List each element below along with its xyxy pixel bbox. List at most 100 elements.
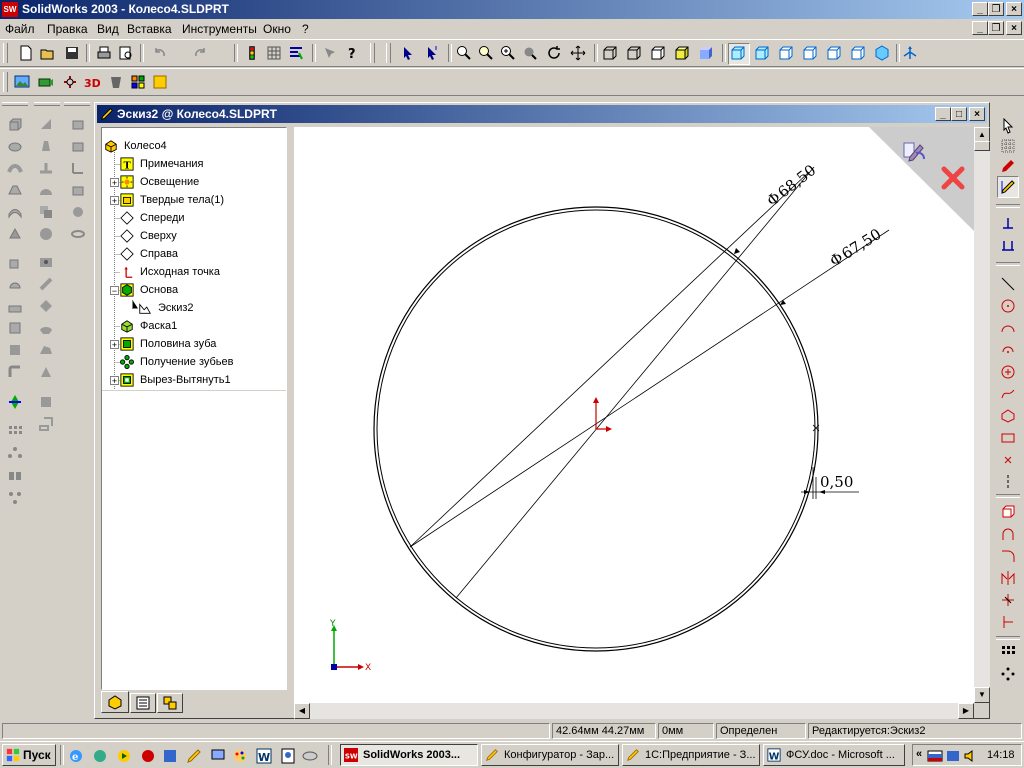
start-button[interactable]: Пуск bbox=[2, 744, 56, 766]
convert-entities-icon[interactable] bbox=[1000, 504, 1016, 520]
network-icon[interactable] bbox=[210, 748, 226, 764]
outlook-express-icon[interactable] bbox=[92, 748, 108, 764]
menu-help[interactable]: ? bbox=[302, 22, 309, 36]
pan-icon[interactable] bbox=[570, 45, 586, 61]
circular-pattern-icon[interactable] bbox=[7, 446, 23, 462]
open-icon[interactable] bbox=[40, 45, 56, 61]
expand-toggle[interactable]: + bbox=[110, 340, 119, 350]
coordinate-system-icon[interactable] bbox=[70, 160, 86, 176]
tray-chevron[interactable]: « bbox=[916, 748, 922, 760]
graphics-area[interactable]: Φ 68,50 Φ 67,50 0,50 Y X bbox=[294, 127, 974, 703]
help-cursor-icon[interactable] bbox=[322, 45, 338, 61]
scroll-right-button[interactable]: ▶ bbox=[958, 703, 974, 719]
smart-dimension-icon[interactable] bbox=[1000, 216, 1016, 232]
menu-file[interactable]: Файл bbox=[5, 22, 35, 36]
scroll-down-button[interactable]: ▼ bbox=[974, 687, 990, 703]
toolbox-icon[interactable] bbox=[108, 74, 124, 90]
back-view-icon[interactable] bbox=[778, 45, 794, 61]
dome-icon[interactable] bbox=[38, 182, 54, 198]
extrude-boss-icon[interactable] bbox=[7, 116, 23, 132]
dim-0-50[interactable]: 0,50 bbox=[801, 467, 859, 499]
sketch-tool-icon[interactable] bbox=[1000, 158, 1016, 174]
language-icon[interactable] bbox=[927, 748, 943, 764]
doc-window-close-button[interactable]: × bbox=[969, 107, 985, 121]
combine-icon[interactable] bbox=[38, 204, 54, 220]
mate-reference-icon[interactable] bbox=[70, 204, 86, 220]
mirror-icon[interactable] bbox=[7, 468, 23, 484]
shaded-icon[interactable] bbox=[698, 45, 714, 61]
word-icon[interactable]: W bbox=[256, 748, 272, 764]
line-icon[interactable] bbox=[1000, 276, 1016, 292]
loft-icon[interactable] bbox=[7, 182, 23, 198]
front-view-icon[interactable] bbox=[754, 45, 770, 61]
diameter-dim-line-inner[interactable] bbox=[409, 229, 890, 548]
sweep-cut-icon[interactable] bbox=[7, 298, 23, 314]
centerline-icon[interactable] bbox=[1000, 474, 1016, 490]
draft-icon[interactable] bbox=[38, 138, 54, 154]
isometric-view-icon[interactable] bbox=[874, 45, 890, 61]
doc-minimize-button[interactable]: _ bbox=[972, 21, 988, 35]
collapse-toggle[interactable]: − bbox=[110, 286, 119, 296]
move-face-icon[interactable] bbox=[7, 394, 23, 410]
minimize-button[interactable]: _ bbox=[972, 2, 988, 16]
horizontal-scrollbar[interactable]: ◀ ▶ bbox=[294, 703, 974, 719]
feature-palette-icon[interactable] bbox=[130, 74, 146, 90]
point-circle-icon[interactable] bbox=[1000, 364, 1016, 380]
scale-icon[interactable] bbox=[38, 416, 54, 432]
centerpoint-arc-icon[interactable] bbox=[1000, 342, 1016, 358]
zoom-area-icon[interactable] bbox=[478, 45, 494, 61]
left-view-icon[interactable] bbox=[802, 45, 818, 61]
rebuild-icon[interactable] bbox=[244, 45, 260, 61]
dim-67-50[interactable]: Φ 67,50 bbox=[827, 225, 885, 270]
print-preview-icon[interactable] bbox=[118, 45, 134, 61]
reference-point-icon[interactable] bbox=[70, 182, 86, 198]
doc-window-minimize-button[interactable]: _ bbox=[935, 107, 951, 121]
shell-icon[interactable] bbox=[7, 342, 23, 358]
hidden-lines-removed-icon[interactable] bbox=[650, 45, 666, 61]
reference-plane-icon[interactable] bbox=[70, 116, 86, 132]
scroll-left-button[interactable]: ◀ bbox=[294, 703, 310, 719]
menu-view[interactable]: Вид bbox=[97, 22, 119, 36]
doc-close-button[interactable]: × bbox=[1006, 21, 1022, 35]
sweep-icon[interactable] bbox=[7, 160, 23, 176]
task-solidworks[interactable]: SW SolidWorks 2003... bbox=[340, 744, 478, 766]
circle-icon[interactable] bbox=[1000, 298, 1016, 314]
spline-icon[interactable] bbox=[1000, 386, 1016, 402]
book-icon[interactable] bbox=[162, 748, 178, 764]
tray-app-icon[interactable] bbox=[945, 748, 961, 764]
animator-icon[interactable] bbox=[38, 74, 54, 90]
indent-icon[interactable] bbox=[38, 394, 54, 410]
redo-icon[interactable] bbox=[192, 45, 208, 61]
menu-insert[interactable]: Вставка bbox=[127, 22, 172, 36]
save-icon[interactable] bbox=[64, 45, 80, 61]
revolve-cut-icon[interactable] bbox=[7, 276, 23, 292]
select-icon[interactable] bbox=[1000, 118, 1016, 134]
zoom-fit-icon[interactable] bbox=[456, 45, 472, 61]
sketch-grid-icon[interactable] bbox=[1000, 138, 1016, 154]
zoom-selection-icon[interactable] bbox=[522, 45, 538, 61]
doc-window-maximize-button[interactable]: □ bbox=[951, 107, 967, 121]
restore-button[interactable]: ❐ bbox=[988, 2, 1004, 16]
reference-axis-icon[interactable] bbox=[70, 138, 86, 154]
arc-icon[interactable] bbox=[1000, 320, 1016, 336]
mirror-sketch-icon[interactable] bbox=[1000, 570, 1016, 586]
boundary-boss-icon[interactable] bbox=[7, 226, 23, 242]
select-tool-2-icon[interactable] bbox=[424, 45, 440, 61]
zoom-inout-icon[interactable] bbox=[500, 45, 516, 61]
opera-icon[interactable] bbox=[140, 748, 156, 764]
top-view-icon[interactable] bbox=[850, 45, 866, 61]
tab-feature-manager[interactable] bbox=[101, 691, 129, 713]
ie-icon[interactable]: e bbox=[68, 748, 84, 764]
expand-toggle[interactable]: + bbox=[110, 178, 119, 188]
cosmetic-thread-icon[interactable] bbox=[38, 276, 54, 292]
rotate-view-icon[interactable] bbox=[546, 45, 562, 61]
media-player-icon[interactable] bbox=[116, 748, 132, 764]
wireframe-icon[interactable] bbox=[602, 45, 618, 61]
help-icon[interactable]: ? bbox=[344, 45, 360, 61]
fillet-icon[interactable] bbox=[7, 364, 23, 380]
doc-restore-button[interactable]: ❐ bbox=[988, 21, 1004, 35]
undo-icon[interactable] bbox=[152, 45, 168, 61]
sketch-fillet-icon[interactable] bbox=[1000, 548, 1016, 564]
document-icon[interactable] bbox=[280, 748, 296, 764]
circular-sketch-pattern-icon[interactable] bbox=[1000, 666, 1016, 682]
